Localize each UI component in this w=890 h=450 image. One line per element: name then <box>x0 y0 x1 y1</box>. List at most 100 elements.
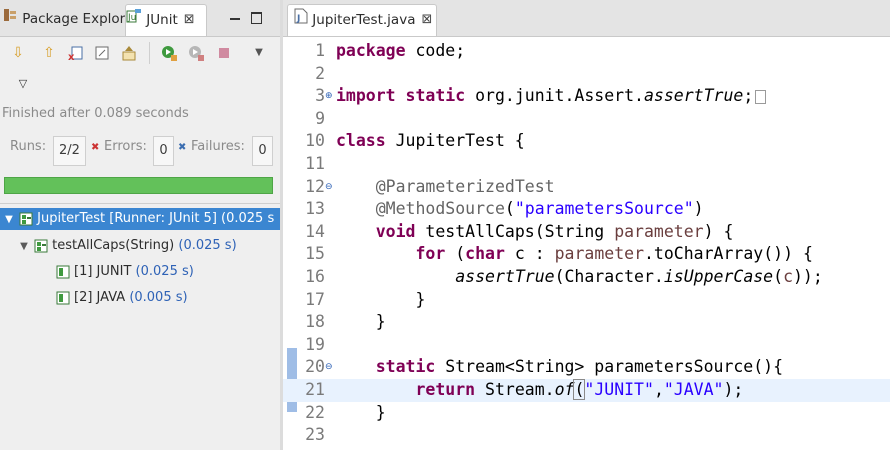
expand-fold-icon[interactable]: ⊕ <box>325 85 333 108</box>
tree-row-test-class[interactable]: ▼ JupiterTest [Runner: JUnit 5] (0.025 s <box>0 208 280 230</box>
line-number: 13 <box>305 199 325 219</box>
tab-label: JupiterTest.java <box>312 12 416 28</box>
code-text: testAllCaps(String <box>415 221 615 241</box>
next-failure-icon[interactable]: ⇩ <box>9 44 27 62</box>
folded-region-icon[interactable] <box>755 89 767 104</box>
keyword: for <box>415 244 446 264</box>
history-dropdown-icon[interactable]: ▼ <box>250 44 268 62</box>
errors-label: Errors: <box>104 139 147 154</box>
tree-label: [2] JAVA <box>74 290 126 305</box>
string-literal: "JUNIT" <box>584 380 654 399</box>
rerun-failed-first-icon[interactable] <box>187 44 205 62</box>
expand-arrow-icon[interactable]: ▼ <box>3 209 15 231</box>
java-file-icon: J <box>294 5 308 35</box>
code-line[interactable]: 12 ⊖ @ParameterizedTest <box>283 176 890 199</box>
code-text: of <box>554 380 575 399</box>
code-line[interactable]: 10 class JupiterTest { <box>283 130 890 153</box>
expand-arrow-icon[interactable]: ▼ <box>18 236 30 258</box>
maximize-icon[interactable] <box>251 12 262 24</box>
code-line[interactable]: 18 } <box>283 311 890 334</box>
line-number: 19 <box>305 334 325 354</box>
tab-label: Package Explor <box>22 11 126 27</box>
stop-icon[interactable] <box>215 44 233 62</box>
keyword: void <box>375 221 416 241</box>
keyword: static <box>405 86 466 106</box>
line-number: 3 <box>315 86 325 106</box>
code-line[interactable]: 13 @MethodSource("parametersSource") <box>283 198 890 221</box>
keyword: import <box>336 86 396 106</box>
show-failures-only-icon[interactable]: x <box>67 44 85 63</box>
string-literal: "parametersSource" <box>514 199 694 219</box>
tab-junit[interactable]: Ju JUnit ⊠ <box>125 4 207 36</box>
code-line[interactable]: 23 <box>283 424 890 447</box>
line-number: 22 <box>305 402 325 422</box>
previous-failure-icon[interactable]: ⇧ <box>40 44 58 62</box>
tree-time: (0.025 s) <box>135 264 194 279</box>
code-line[interactable]: 14 void testAllCaps(String parameter) { <box>283 221 890 244</box>
close-icon[interactable]: ⊠ <box>184 12 195 27</box>
code-line-current[interactable]: 21 return Stream.of("JUNIT","JAVA"); <box>283 379 890 402</box>
code-line[interactable]: 17 } <box>283 289 890 312</box>
code-text: org.junit.Assert. <box>465 86 644 106</box>
code-line[interactable]: 19 <box>283 334 890 357</box>
progress-bar <box>4 177 273 194</box>
code-text: ; <box>743 86 754 106</box>
code-text: assertTrue <box>455 267 555 286</box>
code-text: (Character. <box>554 267 664 286</box>
line-number: 15 <box>305 244 325 264</box>
tab-jupitertest-java[interactable]: J JupiterTest.java ⊠ <box>287 4 437 36</box>
svg-text:J: J <box>296 14 300 24</box>
code-text: code; <box>405 41 466 60</box>
line-number: 21 <box>305 380 325 399</box>
code-text: ) <box>693 199 704 219</box>
run-status: Finished after 0.089 seconds <box>2 106 189 121</box>
toolbar-separator <box>149 42 150 64</box>
collapse-fold-icon[interactable]: ⊖ <box>325 176 333 199</box>
error-icon: ✖ <box>91 142 100 153</box>
code-line[interactable]: 1 package code; <box>283 40 890 63</box>
line-number: 1 <box>315 41 325 60</box>
code-line[interactable]: 3 ⊕ import static org.junit.Assert.assertT… <box>283 85 890 108</box>
line-number: 9 <box>315 108 325 128</box>
tree-row-test-method[interactable]: ▼ testAllCaps(String) (0.025 s) <box>18 235 237 257</box>
tab-label: JUnit <box>146 12 178 28</box>
tree-label: [1] JUNIT <box>74 264 132 279</box>
bracket-highlight: ( <box>573 379 586 400</box>
code-line[interactable]: 16 assertTrue(Character.isUpperCase(c)); <box>283 266 890 289</box>
annotation: @MethodSource <box>375 199 505 219</box>
line-number: 18 <box>305 312 325 332</box>
collapse-fold-icon[interactable]: ⊖ <box>325 356 333 379</box>
minimize-icon[interactable] <box>230 18 240 20</box>
code-line[interactable]: 22 } <box>283 402 890 425</box>
line-number: 14 <box>305 221 325 241</box>
line-number: 2 <box>315 63 325 83</box>
code-line[interactable]: 11 <box>283 153 890 176</box>
errors-count: 0 <box>153 136 174 166</box>
code-line[interactable]: 20 ⊖ static Stream<String> parametersSour… <box>283 356 890 379</box>
code-line[interactable]: 15 for (char c : parameter.toCharArray()… <box>283 243 890 266</box>
view-menu-icon[interactable]: ▽ <box>14 75 32 93</box>
rerun-test-icon[interactable] <box>160 44 178 62</box>
scroll-lock-icon[interactable] <box>93 44 111 62</box>
java-editor: J JupiterTest.java ⊠ 1 package code; 2 3 ⊕ i… <box>283 0 890 450</box>
collapse-all-icon[interactable] <box>120 44 138 62</box>
code-text: } <box>375 312 386 332</box>
runs-count: 2/2 <box>53 136 86 166</box>
code-text: ( <box>504 199 515 219</box>
tree-row-test-case[interactable]: [1] JUNIT (0.025 s) <box>56 261 194 283</box>
code-line[interactable]: 9 <box>283 108 890 131</box>
tree-row-test-case[interactable]: [2] JAVA (0.005 s) <box>56 287 188 309</box>
package-explorer-icon <box>2 4 18 34</box>
runs-label: Runs: <box>10 139 47 154</box>
keyword: static <box>375 357 436 377</box>
parameter-name: parameter <box>554 244 644 264</box>
line-number: 11 <box>305 154 325 173</box>
code-line[interactable]: 2 <box>283 63 890 86</box>
junit-view: Package Explor Ju JUnit ⊠ ⇩ ⇧ x ▼ ▽ Finis… <box>0 0 281 450</box>
line-number: 10 <box>305 131 325 151</box>
code-text: Stream<String> parametersSource(){ <box>435 357 784 377</box>
code-text: , <box>653 380 664 399</box>
tab-package-explorer[interactable]: Package Explor <box>2 4 126 36</box>
close-icon[interactable]: ⊠ <box>421 12 432 27</box>
code-text: } <box>415 289 426 309</box>
